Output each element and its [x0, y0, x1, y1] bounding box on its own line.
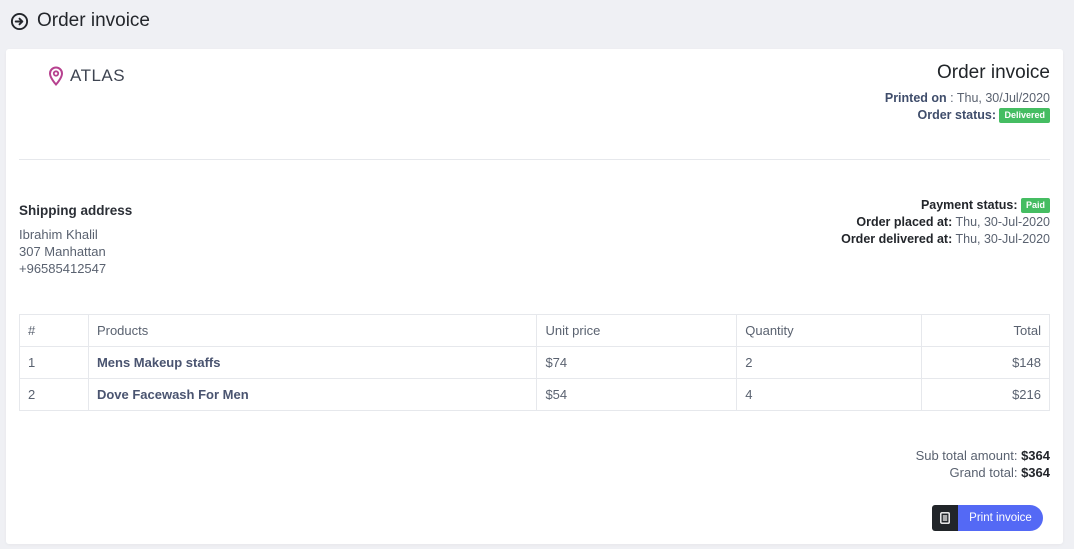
shipping-address: Shipping address Ibrahim Khalil 307 Manh… [19, 203, 132, 277]
table-row: 2 Dove Facewash For Men $54 4 $216 [19, 378, 1050, 411]
payment-status-label: Payment status: [920, 198, 1018, 212]
page-title: Order invoice [37, 10, 150, 31]
row-number: 1 [19, 346, 89, 379]
row-total: $148 [921, 346, 1050, 379]
shipping-street: 307 Manhattan [19, 244, 106, 259]
items-table: # Products Unit price Quantity Total 1 M… [19, 314, 1050, 411]
brand-logo: ATLAS [48, 66, 125, 86]
order-placed: Order placed at: Thu, 30-Jul-2020 [841, 214, 1050, 231]
circle-arrow-right-icon[interactable] [10, 12, 29, 31]
payment-info: Payment status: Paid Order placed at: Th… [841, 197, 1050, 248]
printed-on: Printed on : Thu, 30/Jul/2020 [885, 90, 1050, 107]
invoice-title: Order invoice [937, 62, 1050, 83]
product-name: Dove Facewash For Men [87, 378, 538, 411]
subtotal-value: $364 [1021, 448, 1050, 463]
order-status-label: Order status: [917, 108, 996, 122]
order-status: Order status: Delivered [885, 107, 1050, 124]
column-header-quantity: Quantity [736, 314, 923, 347]
printed-on-label: Printed on [884, 91, 947, 105]
quantity: 4 [736, 378, 923, 411]
column-header-total: Total [921, 314, 1050, 347]
table-header-row: # Products Unit price Quantity Total [19, 314, 1050, 347]
printed-on-value: : Thu, 30/Jul/2020 [946, 91, 1050, 105]
payment-status: Payment status: Paid [841, 197, 1050, 214]
subtotal: Sub total amount: $364 [916, 447, 1050, 464]
order-placed-value: Thu, 30-Jul-2020 [952, 215, 1050, 229]
shipping-phone: +96585412547 [19, 261, 107, 276]
unit-price: $74 [536, 346, 738, 379]
order-delivered: Order delivered at: Thu, 30-Jul-2020 [841, 231, 1050, 248]
order-delivered-label: Order delivered at: [841, 232, 953, 246]
print-invoice-button[interactable]: Print invoice [932, 505, 1043, 531]
subtotal-label: Sub total amount: [915, 448, 1022, 463]
table-row: 1 Mens Makeup staffs $74 2 $148 [19, 346, 1050, 379]
column-header-products: Products [87, 314, 538, 347]
grand-total-value: $364 [1021, 465, 1050, 480]
shipping-name: Ibrahim Khalil [19, 227, 98, 242]
column-header-number: # [19, 314, 89, 347]
divider [19, 159, 1050, 160]
totals: Sub total amount: $364 Grand total: $364 [916, 447, 1050, 481]
document-icon [932, 505, 958, 531]
shipping-title: Shipping address [19, 203, 133, 218]
order-placed-label: Order placed at: [856, 215, 953, 229]
invoice-header: Order invoice Printed on : Thu, 30/Jul/2… [885, 62, 1050, 124]
quantity: 2 [736, 346, 923, 379]
order-status-badge: Delivered [999, 108, 1050, 123]
product-name: Mens Makeup staffs [87, 346, 538, 379]
page-header: Order invoice [10, 8, 150, 34]
row-number: 2 [19, 378, 89, 411]
brand-name: ATLAS [70, 66, 126, 85]
column-header-unit-price: Unit price [536, 314, 738, 347]
print-invoice-label: Print invoice [958, 505, 1043, 531]
payment-status-badge: Paid [1020, 198, 1050, 213]
order-delivered-value: Thu, 30-Jul-2020 [952, 232, 1050, 246]
unit-price: $54 [536, 378, 738, 411]
grand-total: Grand total: $364 [916, 464, 1050, 481]
map-pin-icon [48, 66, 64, 86]
invoice-card: ATLAS Order invoice Printed on : Thu, 30… [6, 49, 1063, 544]
row-total: $216 [921, 378, 1050, 411]
grand-total-label: Grand total: [949, 465, 1022, 480]
